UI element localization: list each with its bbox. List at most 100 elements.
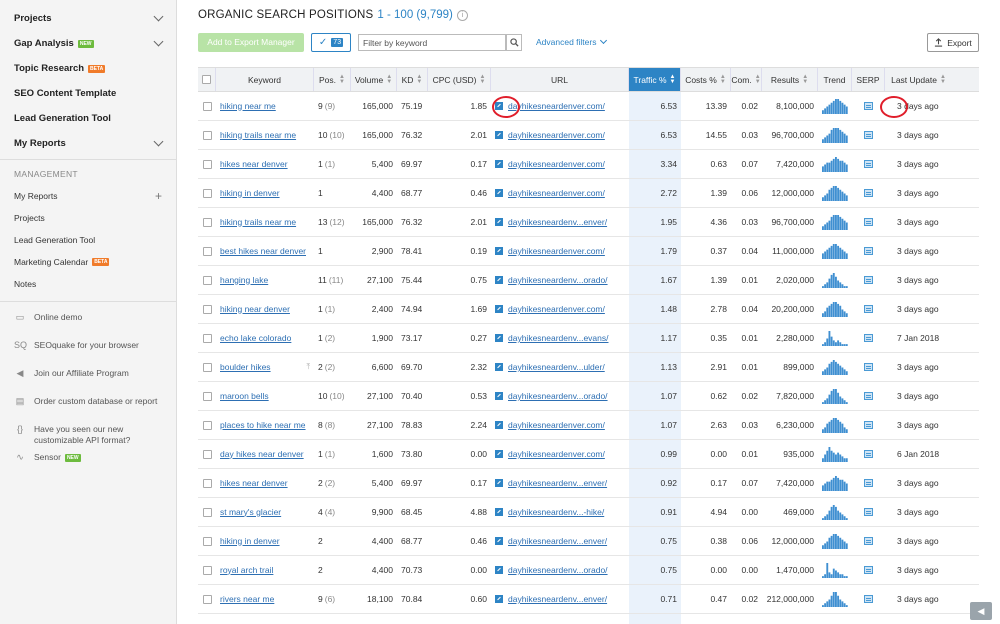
external-link-icon[interactable] xyxy=(495,218,503,226)
keyword-filter-input[interactable] xyxy=(358,34,506,51)
external-link-icon[interactable] xyxy=(495,595,503,603)
serp-snapshot-icon[interactable] xyxy=(864,392,873,400)
sidebar-item-gap-analysis[interactable]: Gap Analysis NEW xyxy=(0,31,176,56)
column-header-costs[interactable]: Costs % ▲ ▼ xyxy=(681,68,731,91)
serp-snapshot-icon[interactable] xyxy=(864,334,873,342)
url-link[interactable]: dayhikesneardenver.com/ xyxy=(508,420,605,430)
keyword-link[interactable]: hiking in denver xyxy=(220,536,280,546)
serp-snapshot-icon[interactable] xyxy=(864,160,873,168)
keyword-link[interactable]: hiking trails near me xyxy=(220,130,296,140)
row-checkbox[interactable] xyxy=(202,420,212,430)
serp-snapshot-icon[interactable] xyxy=(864,479,873,487)
external-link-icon[interactable] xyxy=(495,566,503,574)
column-header-volume[interactable]: Volume ▲ ▼ xyxy=(351,68,397,91)
keyword-link[interactable]: best hikes near denver xyxy=(220,246,306,256)
chevron-down-icon[interactable] xyxy=(153,36,164,47)
row-checkbox[interactable] xyxy=(202,159,212,169)
management-item-projects[interactable]: Projects xyxy=(0,207,176,229)
select-all-checkbox[interactable] xyxy=(202,75,211,84)
url-link[interactable]: dayhikesneardenver.com/ xyxy=(508,449,605,459)
search-button[interactable] xyxy=(506,34,522,51)
url-link[interactable]: dayhikesneardenver.com/ xyxy=(508,304,605,314)
serp-snapshot-icon[interactable] xyxy=(864,189,873,197)
keyword-link[interactable]: places to hike near me xyxy=(220,420,306,430)
serp-snapshot-icon[interactable] xyxy=(864,595,873,603)
feedback-button[interactable]: ◀ xyxy=(970,602,992,620)
external-link-icon[interactable] xyxy=(495,247,503,255)
external-link-icon[interactable] xyxy=(495,508,503,516)
sidebar-item-lead-generation-tool[interactable]: Lead Generation Tool xyxy=(0,106,176,131)
chevron-down-icon[interactable] xyxy=(153,136,164,147)
keyword-link[interactable]: st mary's glacier xyxy=(220,507,281,517)
serp-snapshot-icon[interactable] xyxy=(864,566,873,574)
management-item-my-reports[interactable]: My Reports + xyxy=(0,185,176,207)
column-header-keyword[interactable]: Keyword xyxy=(216,68,314,91)
keyword-link[interactable]: boulder hikes xyxy=(220,362,271,372)
serp-snapshot-icon[interactable] xyxy=(864,508,873,516)
row-checkbox[interactable] xyxy=(202,101,212,111)
column-header-pos[interactable]: Pos. ▲ ▼ xyxy=(314,68,351,91)
row-checkbox[interactable] xyxy=(202,594,212,604)
plus-icon[interactable]: + xyxy=(155,189,162,203)
serp-snapshot-icon[interactable] xyxy=(864,537,873,545)
sidebar-item-seo-content-template[interactable]: SEO Content Template xyxy=(0,81,176,106)
external-link-icon[interactable] xyxy=(495,160,503,168)
sidebar-tool-link[interactable]: ▤ Order custom database or report xyxy=(0,396,176,424)
selected-rows-toggle[interactable]: ✓ 73 xyxy=(311,33,351,52)
serp-snapshot-icon[interactable] xyxy=(864,305,873,313)
serp-snapshot-icon[interactable] xyxy=(864,363,873,371)
serp-snapshot-icon[interactable] xyxy=(864,131,873,139)
keyword-link[interactable]: hiking trails near me xyxy=(220,217,296,227)
url-link[interactable]: dayhikesneardenver.com/ xyxy=(508,159,605,169)
external-link-icon[interactable] xyxy=(495,189,503,197)
row-checkbox[interactable] xyxy=(202,536,212,546)
serp-snapshot-icon[interactable] xyxy=(864,218,873,226)
row-checkbox[interactable] xyxy=(202,304,212,314)
row-checkbox[interactable] xyxy=(202,275,212,285)
sidebar-tool-link[interactable]: ∿ Sensor NEW xyxy=(0,452,176,480)
keyword-link[interactable]: hiking near me xyxy=(220,101,276,111)
keyword-link[interactable]: hikes near denver xyxy=(220,159,288,169)
keyword-link[interactable]: hanging lake xyxy=(220,275,268,285)
upload-icon[interactable]: ⤒ xyxy=(306,362,310,372)
sidebar-item-topic-research[interactable]: Topic Research BETA xyxy=(0,56,176,81)
url-link[interactable]: dayhikesneardenv...enver/ xyxy=(508,217,607,227)
url-link[interactable]: dayhikesneardenver.com/ xyxy=(508,130,605,140)
serp-snapshot-icon[interactable] xyxy=(864,421,873,429)
column-header-serp[interactable]: SERP xyxy=(852,68,885,91)
external-link-icon[interactable] xyxy=(495,363,503,371)
row-checkbox[interactable] xyxy=(202,449,212,459)
info-icon[interactable]: i xyxy=(456,9,468,21)
column-header-com[interactable]: Com. ▲ ▼ xyxy=(731,68,762,91)
row-checkbox[interactable] xyxy=(202,217,212,227)
url-link[interactable]: dayhikesneardenv...orado/ xyxy=(508,275,608,285)
keyword-link[interactable]: maroon bells xyxy=(220,391,269,401)
keyword-link[interactable]: hiking near denver xyxy=(220,304,290,314)
external-link-icon[interactable] xyxy=(495,537,503,545)
url-link[interactable]: dayhikesneardenv...evans/ xyxy=(508,333,609,343)
url-link[interactable]: dayhikesneardenv...-hike/ xyxy=(508,507,604,517)
external-link-icon[interactable] xyxy=(495,305,503,313)
row-checkbox[interactable] xyxy=(202,565,212,575)
chevron-down-icon[interactable] xyxy=(153,11,164,22)
external-link-icon[interactable] xyxy=(495,479,503,487)
url-link[interactable]: dayhikesneardenv...orado/ xyxy=(508,565,608,575)
url-link[interactable]: dayhikesneardenv...enver/ xyxy=(508,594,607,604)
keyword-link[interactable]: royal arch trail xyxy=(220,565,273,575)
export-button[interactable]: Export xyxy=(927,33,979,52)
external-link-icon[interactable] xyxy=(495,334,503,342)
management-item-marketing-calendar[interactable]: Marketing Calendar BETA xyxy=(0,251,176,273)
row-checkbox[interactable] xyxy=(202,188,212,198)
url-link[interactable]: dayhikesneardenver.com/ xyxy=(508,101,605,111)
row-checkbox[interactable] xyxy=(202,507,212,517)
column-header-url[interactable]: URL xyxy=(491,68,629,91)
keyword-link[interactable]: rivers near me xyxy=(220,594,274,604)
external-link-icon[interactable] xyxy=(495,131,503,139)
column-header-trend[interactable]: Trend xyxy=(818,68,852,91)
sidebar-item-projects[interactable]: Projects xyxy=(0,6,176,31)
sidebar-item-my-reports[interactable]: My Reports xyxy=(0,131,176,156)
keyword-link[interactable]: hiking in denver xyxy=(220,188,280,198)
serp-snapshot-icon[interactable] xyxy=(864,102,873,110)
external-link-icon[interactable] xyxy=(495,392,503,400)
serp-snapshot-icon[interactable] xyxy=(864,247,873,255)
